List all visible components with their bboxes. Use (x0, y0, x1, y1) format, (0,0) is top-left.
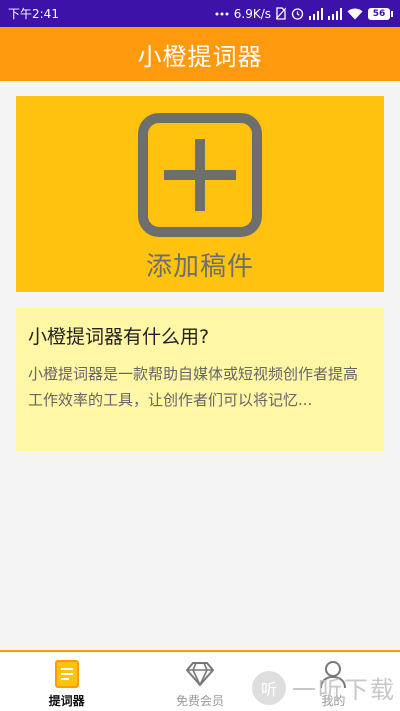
app-screen: 下午2:41 6.9K/s 56 小橙提词器 添加稿件 小橙提词器有什么用? 小… (0, 0, 400, 711)
wifi-icon (347, 8, 363, 20)
signal-icon (309, 7, 323, 20)
no-sim-icon (276, 7, 286, 20)
diamond-icon (184, 658, 216, 690)
plus-box-icon (138, 113, 262, 237)
add-manuscript-button[interactable]: 添加稿件 (16, 96, 384, 292)
app-header: 小橙提词器 (0, 27, 400, 81)
nav-item-teleprompter[interactable]: 提词器 (0, 652, 133, 709)
document-icon (51, 658, 83, 690)
add-manuscript-label: 添加稿件 (145, 252, 254, 282)
bottom-nav: 提词器 免费会员 我的 (0, 650, 400, 711)
status-bar: 下午2:41 6.9K/s 56 (0, 0, 400, 27)
info-card-title: 小橙提词器有什么用? (28, 326, 210, 348)
nav-label: 我的 (321, 694, 346, 708)
info-card[interactable]: 小橙提词器有什么用? 小橙提词器是一款帮助自媒体或短视频创作者提高工作效率的工具… (16, 308, 384, 451)
nav-label: 免费会员 (175, 694, 224, 708)
more-dots-icon (215, 11, 229, 17)
nav-label: 提词器 (48, 694, 85, 708)
alarm-icon (291, 7, 304, 20)
info-card-description: 小橙提词器是一款帮助自媒体或短视频创作者提高工作效率的工具，让创作者们可以将记忆… (28, 365, 359, 409)
page-title: 小橙提词器 (137, 42, 263, 71)
person-icon (317, 658, 349, 690)
battery-icon: 56 (368, 7, 393, 20)
nav-item-profile[interactable]: 我的 (267, 652, 400, 709)
signal-icon (328, 7, 342, 20)
network-speed: 6.9K/s (233, 6, 271, 21)
status-time: 下午2:41 (8, 7, 59, 21)
status-icons: 6.9K/s 56 (215, 6, 393, 21)
nav-item-free-membership[interactable]: 免费会员 (133, 652, 266, 709)
